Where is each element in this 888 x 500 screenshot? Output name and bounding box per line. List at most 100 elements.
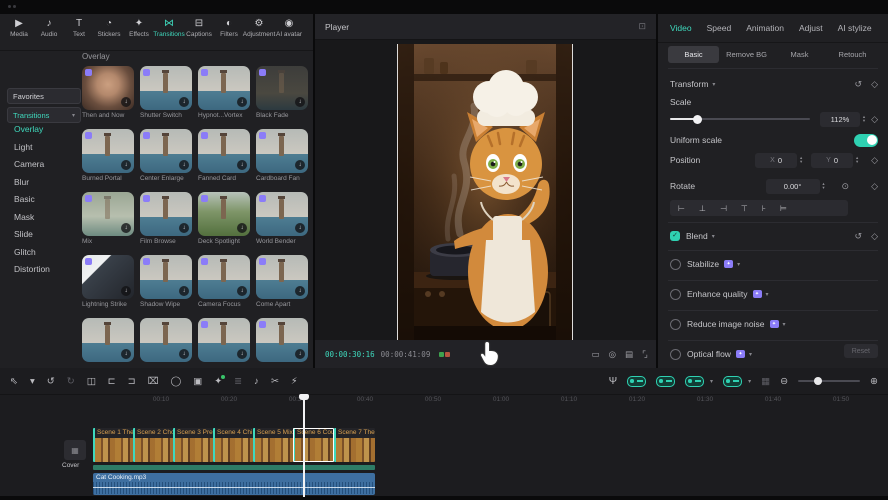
toolbar-item-text[interactable]: T Text bbox=[64, 17, 94, 39]
extract-audio-icon[interactable]: ✂ bbox=[271, 376, 279, 387]
effect-track-clip[interactable] bbox=[93, 465, 375, 470]
crop-icon[interactable]: ▣ bbox=[193, 376, 202, 387]
sidebar-item-camera[interactable]: Camera bbox=[14, 159, 50, 171]
align-right-icon[interactable]: ⊣ bbox=[720, 204, 727, 213]
clip-scene-5[interactable]: Scene 5 Mix bbox=[253, 428, 293, 462]
link-toggle-icon[interactable] bbox=[685, 376, 713, 387]
scale-value-input[interactable]: 112% bbox=[820, 112, 860, 127]
transform-section-header[interactable]: Transform ↺ ◇ bbox=[670, 76, 878, 92]
keyframe-icon[interactable]: ◇ bbox=[871, 79, 878, 90]
chevron-down-icon[interactable]: ▾ bbox=[30, 376, 35, 387]
sidebar-item-basic[interactable]: Basic bbox=[14, 194, 50, 206]
magnet-toggle-icon[interactable] bbox=[656, 376, 675, 387]
ai-edit-icon[interactable]: ✦ bbox=[214, 376, 222, 387]
tab-video[interactable]: Video bbox=[670, 23, 692, 33]
redo-icon[interactable]: ↻ bbox=[67, 376, 75, 387]
toolbar-item-adjustment[interactable]: ⚙ Adjustment bbox=[244, 17, 274, 39]
tab-ai-stylize[interactable]: AI stylize bbox=[838, 23, 872, 33]
keyframe-icon[interactable]: ◇ bbox=[871, 155, 878, 166]
keyframe-toggle-icon[interactable] bbox=[627, 376, 646, 387]
position-y-input[interactable]: Y 0 bbox=[811, 153, 853, 168]
snap-toggle-icon[interactable] bbox=[723, 376, 751, 387]
transition-item-mix[interactable]: Mix bbox=[82, 192, 134, 247]
subtab-basic[interactable]: Basic bbox=[668, 46, 719, 63]
transition-item-come-apart[interactable]: Come Apart bbox=[256, 255, 308, 310]
fullscreen-icon[interactable]: ⌜⌟ bbox=[642, 349, 646, 360]
tab-speed[interactable]: Speed bbox=[707, 23, 732, 33]
clip-scene-6[interactable]: Scene 6 Cou bbox=[293, 428, 334, 462]
clip-scene-2[interactable]: Scene 2 Cho bbox=[133, 428, 173, 462]
uniform-scale-toggle[interactable] bbox=[854, 134, 878, 147]
keyframe-icon[interactable]: ◇ bbox=[871, 114, 878, 125]
sidebar-item-overlay[interactable]: Overlay bbox=[14, 124, 50, 136]
transition-item-shadow-wipe[interactable]: Shadow Wipe bbox=[140, 255, 192, 310]
transition-item-row5-1[interactable] bbox=[82, 318, 134, 368]
align-middle-vertical-icon[interactable]: ⊦ bbox=[762, 204, 766, 213]
rotate-stepper[interactable] bbox=[820, 179, 828, 193]
reduce-noise-checkbox[interactable] bbox=[670, 319, 681, 330]
position-y-stepper[interactable] bbox=[853, 153, 861, 167]
transition-item-black-fade[interactable]: Black Fade bbox=[256, 66, 308, 121]
video-preview[interactable] bbox=[397, 44, 573, 340]
volume-icon[interactable]: ♪ bbox=[254, 376, 259, 387]
align-bottom-icon[interactable]: ⊨ bbox=[780, 204, 787, 213]
clip-scene-1[interactable]: Scene 1 The E bbox=[93, 428, 133, 462]
reduce-noise-row[interactable]: Reduce image noise bbox=[670, 316, 878, 332]
toolbar-item-stickers[interactable]: ◔ Stickers bbox=[94, 17, 124, 39]
delete-icon[interactable]: ⌧ bbox=[148, 376, 159, 387]
align-left-icon[interactable]: ⊢ bbox=[678, 204, 685, 213]
clip-scene-3[interactable]: Scene 3 Pre bbox=[173, 428, 213, 462]
rotate-dial-icon[interactable]: ⊙ bbox=[842, 181, 850, 192]
favorites-button[interactable]: Favorites bbox=[7, 88, 81, 104]
slider-thumb[interactable] bbox=[693, 115, 702, 124]
transitions-dropdown[interactable]: Transitions bbox=[7, 107, 81, 123]
select-tool-icon[interactable]: ⇖ bbox=[10, 376, 18, 387]
transition-item-fanned-card[interactable]: Fanned Card bbox=[198, 129, 250, 184]
subtab-mask[interactable]: Mask bbox=[774, 46, 825, 63]
toolbar-item-filters[interactable]: ◐ Filters bbox=[214, 17, 244, 39]
enhance-quality-row[interactable]: Enhance quality bbox=[670, 286, 878, 302]
aspect-ratio-icon[interactable]: ▭ bbox=[592, 349, 598, 360]
audio-track-clip[interactable]: Cat Cooking.mp3 bbox=[93, 473, 375, 495]
transition-item-deck-spotlight[interactable]: Deck Spotlight bbox=[198, 192, 250, 247]
transition-item-camera-focus[interactable]: Camera Focus bbox=[198, 255, 250, 310]
enhance-quality-checkbox[interactable] bbox=[670, 289, 681, 300]
toolbar-item-audio[interactable]: ♪ Audio bbox=[34, 17, 64, 39]
sidebar-item-glitch[interactable]: Glitch bbox=[14, 247, 50, 259]
toolbar-item-media[interactable]: ▶ Media bbox=[4, 17, 34, 39]
align-center-horizontal-icon[interactable]: ⊥ bbox=[699, 204, 706, 213]
keyframe-icon[interactable]: ◇ bbox=[871, 181, 878, 192]
sidebar-item-slide[interactable]: Slide bbox=[14, 229, 50, 241]
toolbar-item-ai-avatar[interactable]: ◉ AI avatar bbox=[274, 17, 304, 39]
stabilize-row[interactable]: Stabilize bbox=[670, 256, 878, 272]
reset-button[interactable]: Reset bbox=[844, 344, 878, 358]
mask-tool-icon[interactable]: ◯ bbox=[171, 376, 182, 387]
transition-item-hypnot-vortex[interactable]: Hypnot...Vortex bbox=[198, 66, 250, 121]
microphone-icon[interactable]: Ψ bbox=[609, 376, 617, 387]
toolbar-item-captions[interactable]: ⊟ Captions bbox=[184, 17, 214, 39]
sidebar-item-mask[interactable]: Mask bbox=[14, 212, 50, 224]
trim-right-icon[interactable]: ⊐ bbox=[128, 376, 136, 387]
tab-adjust[interactable]: Adjust bbox=[799, 23, 823, 33]
adjust-list-icon[interactable]: ≣ bbox=[234, 376, 242, 387]
toolbar-item-effects[interactable]: ✦ Effects bbox=[124, 17, 154, 39]
transition-item-shutter-switch[interactable]: Shutter Switch bbox=[140, 66, 192, 121]
rotate-value-input[interactable]: 0.00° bbox=[766, 179, 820, 194]
toolbar-item-transitions[interactable]: ⋈ Transitions bbox=[154, 17, 184, 39]
transition-item-row5-3[interactable] bbox=[198, 318, 250, 368]
subtab-remove-bg[interactable]: Remove BG bbox=[721, 46, 772, 63]
slider-thumb[interactable] bbox=[814, 377, 822, 385]
display-settings-icon[interactable]: ⊡ bbox=[638, 21, 646, 32]
optical-flow-checkbox[interactable] bbox=[670, 349, 681, 360]
transition-item-center-enlarge[interactable]: Center Enlarge bbox=[140, 129, 192, 184]
transition-item-then-and-now[interactable]: Then and Now bbox=[82, 66, 134, 121]
undo-icon[interactable]: ↺ bbox=[47, 376, 55, 387]
clip-scene-7[interactable]: Scene 7 The bbox=[334, 428, 375, 462]
reset-blend-icon[interactable]: ↺ bbox=[855, 231, 863, 242]
clip-scene-4[interactable]: Scene 4 Chi bbox=[213, 428, 253, 462]
zoom-out-icon[interactable]: ⊖ bbox=[780, 376, 788, 387]
transition-item-cardboard-fan[interactable]: Cardboard Fan bbox=[256, 129, 308, 184]
keyframe-icon[interactable]: ◇ bbox=[871, 231, 878, 242]
transition-item-world-bender[interactable]: World Bender bbox=[256, 192, 308, 247]
sidebar-item-blur[interactable]: Blur bbox=[14, 177, 50, 189]
